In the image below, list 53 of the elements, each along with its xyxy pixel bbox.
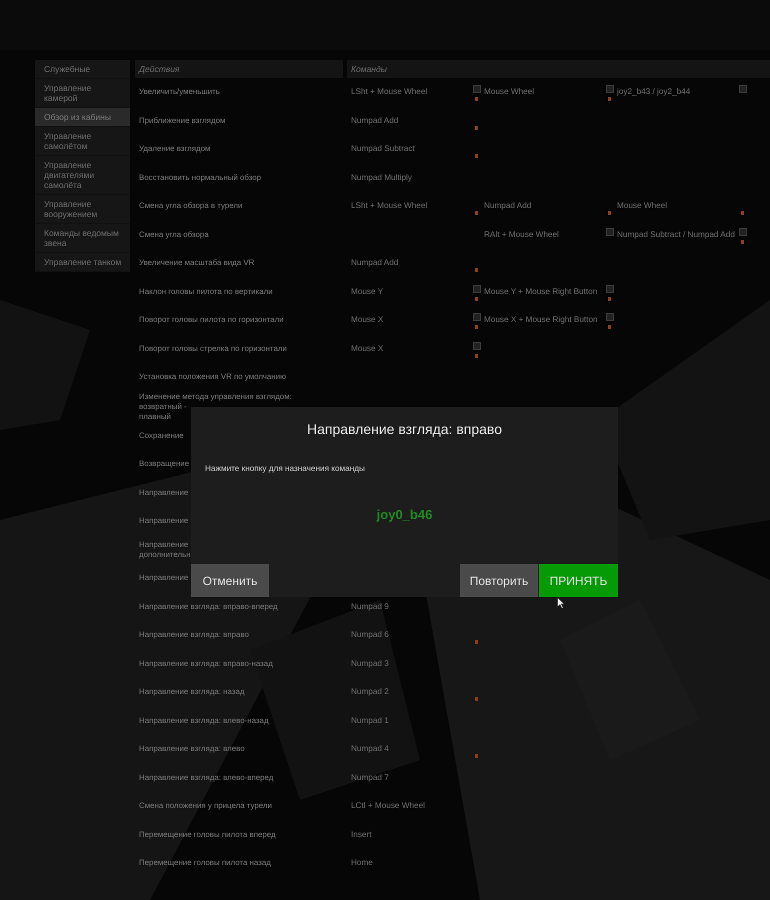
reset-icon[interactable] bbox=[738, 228, 746, 236]
sidebar-item[interactable]: Команды ведомым звена bbox=[35, 224, 130, 253]
sidebar-item[interactable]: Управление танком bbox=[35, 253, 130, 272]
dialog-title: Направление взгляда: вправо bbox=[306, 421, 503, 437]
key-binding[interactable]: RAlt + Mouse Wheel bbox=[484, 230, 606, 240]
retry-button[interactable]: Повторить bbox=[460, 564, 538, 597]
key-binding[interactable]: Mouse Wheel bbox=[484, 87, 606, 98]
reset-icon[interactable] bbox=[606, 228, 614, 236]
key-binding[interactable]: joy2_b43 / joy2_b44 bbox=[617, 87, 739, 98]
reset-icon[interactable] bbox=[472, 313, 480, 322]
key-binding[interactable]: Mouse Y bbox=[351, 286, 473, 297]
column-header: Действия bbox=[135, 60, 343, 78]
sidebar-item[interactable]: Служебные bbox=[35, 60, 130, 79]
reset-icon[interactable] bbox=[606, 313, 614, 322]
key-binding[interactable]: Numpad 1 bbox=[351, 716, 473, 726]
sidebar-item[interactable]: Управление двигателями самолёта bbox=[35, 156, 130, 195]
key-binding[interactable]: Numpad Add bbox=[351, 116, 473, 126]
sidebar-item[interactable]: Обзор из кабины bbox=[35, 108, 130, 127]
key-binding[interactable]: Numpad 6 bbox=[351, 630, 473, 640]
key-binding[interactable]: Home bbox=[351, 858, 473, 868]
cancel-button[interactable]: Отменить bbox=[191, 564, 269, 597]
key-binding[interactable]: Numpad Add bbox=[484, 201, 606, 212]
key-binding[interactable]: Insert bbox=[351, 830, 473, 840]
reset-icon[interactable] bbox=[472, 85, 480, 94]
key-binding[interactable]: LSht + Mouse Wheel bbox=[351, 201, 473, 212]
key-binding[interactable]: Mouse Wheel bbox=[617, 201, 739, 212]
assigned-key: joy0_b46 bbox=[376, 507, 432, 522]
reset-icon[interactable] bbox=[606, 85, 614, 94]
key-binding[interactable]: Numpad 7 bbox=[351, 772, 473, 783]
reset-icon[interactable] bbox=[472, 342, 480, 350]
key-binding[interactable]: Mouse Y + Mouse Right Button bbox=[484, 286, 606, 297]
reset-icon[interactable] bbox=[472, 284, 480, 293]
key-binding[interactable]: Numpad 9 bbox=[351, 602, 473, 612]
key-binding[interactable]: Numpad Subtract bbox=[351, 144, 473, 154]
key-binding[interactable]: LCtl + Mouse Wheel bbox=[351, 801, 473, 812]
column-header: Команды bbox=[347, 60, 770, 78]
sidebar-item[interactable]: Управление самолётом bbox=[35, 127, 130, 156]
reset-icon[interactable] bbox=[606, 284, 614, 293]
key-binding[interactable]: Mouse X bbox=[351, 315, 473, 326]
key-binding[interactable]: Numpad Subtract / Numpad Add bbox=[617, 230, 739, 240]
reset-icon[interactable] bbox=[738, 85, 746, 94]
key-binding[interactable]: Numpad 2 bbox=[351, 687, 473, 698]
key-binding[interactable]: Mouse X bbox=[351, 344, 473, 354]
sidebar-item[interactable]: Управление вооружением bbox=[35, 195, 130, 224]
key-binding[interactable]: Numpad 3 bbox=[351, 658, 473, 669]
key-binding[interactable]: LSht + Mouse Wheel bbox=[351, 87, 473, 98]
key-binding[interactable]: Mouse X + Mouse Right Button bbox=[484, 315, 606, 326]
cursor-icon bbox=[557, 597, 565, 609]
key-binding[interactable]: Numpad 4 bbox=[351, 744, 473, 754]
key-binding[interactable]: Numpad Multiply bbox=[351, 172, 473, 183]
prompt-text: Нажмите кнопку для назначения команды bbox=[205, 464, 366, 473]
key-binding[interactable]: Numpad Add bbox=[351, 258, 473, 268]
accept-button[interactable]: ПРИНЯТЬ bbox=[539, 564, 618, 597]
